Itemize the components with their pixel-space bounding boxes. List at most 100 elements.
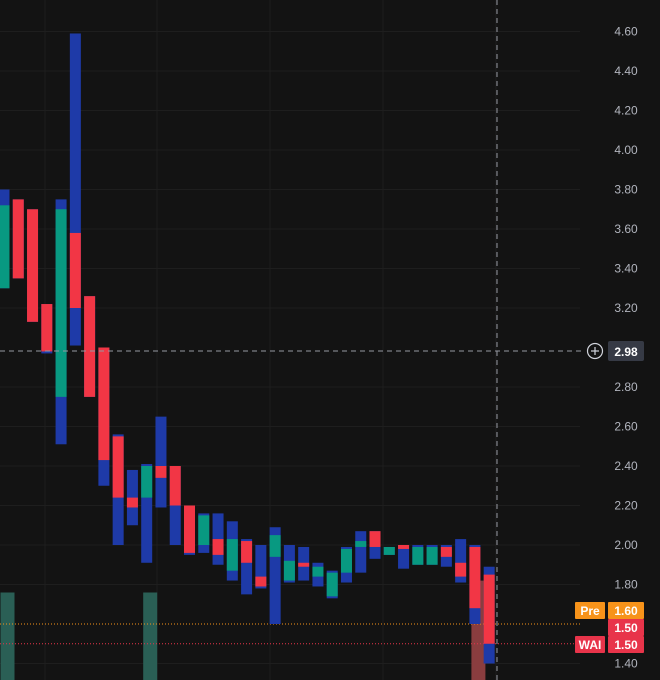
axis-tick-label: 2.40 xyxy=(614,459,638,473)
candle[interactable] xyxy=(27,209,39,322)
candle[interactable] xyxy=(369,531,381,559)
candle[interactable] xyxy=(241,539,253,595)
candle-body xyxy=(241,541,253,563)
candle[interactable] xyxy=(84,296,96,397)
volume-bar xyxy=(143,592,158,680)
candle[interactable] xyxy=(383,546,395,555)
candle-range xyxy=(355,531,367,573)
candle[interactable] xyxy=(269,527,281,624)
candle[interactable] xyxy=(0,189,10,289)
price-marker[interactable]: 1.50 xyxy=(608,619,644,636)
candle[interactable] xyxy=(126,469,138,526)
candle[interactable] xyxy=(69,33,81,346)
candle[interactable] xyxy=(98,347,110,486)
candle[interactable] xyxy=(440,545,452,567)
candle-body xyxy=(198,515,210,545)
axis-tick-label: 4.60 xyxy=(614,25,638,39)
candle[interactable] xyxy=(155,416,167,508)
candle[interactable] xyxy=(455,539,467,583)
axis-tick-label: 2.80 xyxy=(614,380,638,394)
candle[interactable] xyxy=(141,464,153,563)
candle-body xyxy=(440,546,452,557)
crosshair-price-label[interactable]: 2.98 xyxy=(586,341,645,361)
candle-body xyxy=(212,539,224,555)
candle-body xyxy=(69,232,81,308)
candle-body xyxy=(283,560,295,581)
candle-body xyxy=(412,546,424,565)
axis-tick-label: 3.80 xyxy=(614,183,638,197)
axis-tick-label: 1.80 xyxy=(614,578,638,592)
axis-tick-label: 2.00 xyxy=(614,538,638,552)
price-marker-tag-text: Pre xyxy=(580,604,600,618)
candle[interactable] xyxy=(112,434,124,545)
candle-body xyxy=(126,497,138,508)
axis-tick-label: 1.40 xyxy=(614,657,638,671)
candle-body xyxy=(155,466,167,478)
axis-tick-label: 4.00 xyxy=(614,143,638,157)
axis-tick-label: 4.20 xyxy=(614,104,638,118)
candle-body xyxy=(41,304,53,352)
candle-body xyxy=(112,436,124,498)
candle-body xyxy=(312,566,324,577)
candle-body xyxy=(255,576,267,587)
candle[interactable] xyxy=(255,545,267,589)
candle-body xyxy=(141,466,153,498)
candle[interactable] xyxy=(355,531,367,573)
candle[interactable] xyxy=(198,513,210,553)
candle-body xyxy=(98,347,110,461)
candle-body xyxy=(340,548,352,573)
price-marker-value-text: 1.60 xyxy=(614,604,638,618)
candle[interactable] xyxy=(184,505,196,555)
candle-body xyxy=(84,296,96,397)
price-marker-value-text: 1.50 xyxy=(614,621,638,635)
candle[interactable] xyxy=(12,199,24,279)
candle-body xyxy=(398,545,410,549)
axis-tick-label: 2.20 xyxy=(614,499,638,513)
candle[interactable] xyxy=(312,562,324,587)
candle[interactable] xyxy=(469,545,481,624)
candle[interactable] xyxy=(298,546,310,581)
candle-body xyxy=(426,546,438,565)
candle-body xyxy=(226,539,238,571)
axis-tick-label: 4.40 xyxy=(614,64,638,78)
candle-body xyxy=(269,535,281,557)
axis-tick-label: 3.20 xyxy=(614,301,638,315)
candlesticks[interactable] xyxy=(0,33,495,664)
price-marker[interactable]: Pre 1.60 xyxy=(575,602,644,619)
candle[interactable] xyxy=(398,545,410,569)
candle-range xyxy=(155,416,167,508)
candle[interactable] xyxy=(55,199,67,445)
candle[interactable] xyxy=(41,304,53,354)
volume-bars xyxy=(0,580,486,680)
candle-body xyxy=(483,574,495,644)
candle[interactable] xyxy=(212,513,224,565)
candle[interactable] xyxy=(169,466,181,545)
candle[interactable] xyxy=(326,570,338,599)
candle[interactable] xyxy=(412,545,424,565)
axis-tick-label: 3.60 xyxy=(614,222,638,236)
axis-tick-label: 2.60 xyxy=(614,420,638,434)
price-marker-tag-text: WAI xyxy=(579,638,602,652)
price-markers[interactable]: Pre 1.60 1.50 WAI 1.50 xyxy=(575,602,644,653)
price-marker-value-text: 1.50 xyxy=(614,638,638,652)
candle[interactable] xyxy=(226,521,238,581)
candle-body xyxy=(0,205,10,289)
volume-bar xyxy=(0,592,15,680)
candle-body xyxy=(469,546,481,609)
candle[interactable] xyxy=(483,566,495,664)
candle-body xyxy=(298,562,310,567)
candle-body xyxy=(12,199,24,279)
candle-body xyxy=(184,505,196,553)
candle[interactable] xyxy=(426,545,438,565)
candle[interactable] xyxy=(283,545,295,583)
candle[interactable] xyxy=(340,546,352,583)
candle-body xyxy=(169,466,181,506)
price-marker[interactable]: WAI 1.50 xyxy=(575,636,644,653)
price-chart[interactable]: 4.60 4.40 4.20 4.00 3.80 3.60 3.40 3.20 2.80 2.60… xyxy=(0,0,660,680)
candle-body xyxy=(455,562,467,577)
candle-body xyxy=(27,209,39,322)
candle-body xyxy=(326,572,338,597)
candle-body xyxy=(369,531,381,547)
candle-body xyxy=(355,541,367,547)
crosshair-price-text: 2.98 xyxy=(614,345,638,359)
